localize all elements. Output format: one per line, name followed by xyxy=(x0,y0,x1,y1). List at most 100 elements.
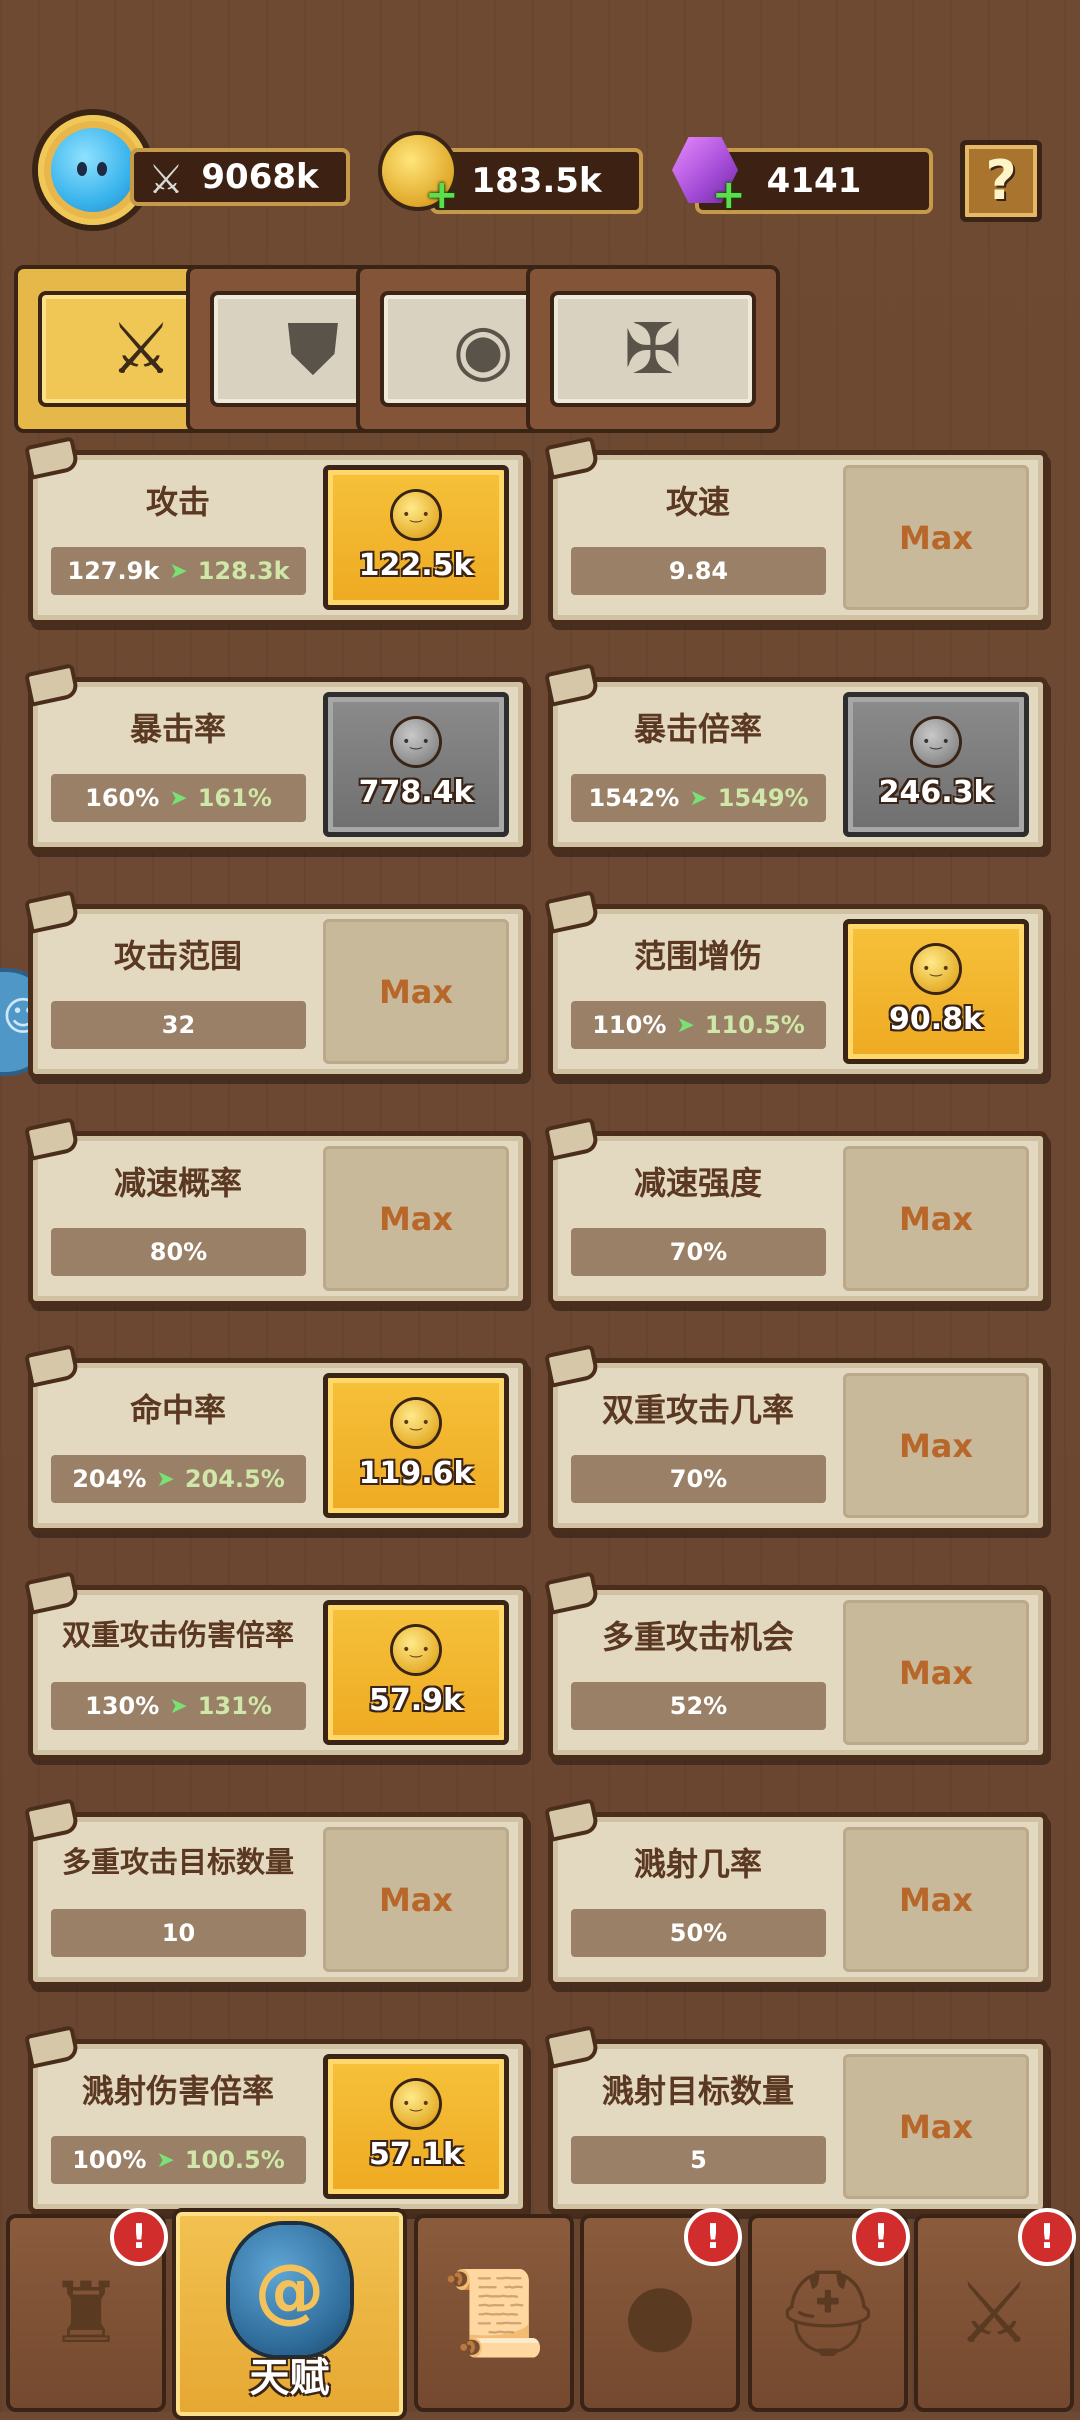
nav-label: 天赋 xyxy=(249,2355,330,2401)
upgrade-name: 攻速 xyxy=(665,483,730,521)
upgrade-button[interactable]: 90.8k xyxy=(843,919,1029,1064)
alert-badge-icon: ! xyxy=(684,2208,742,2266)
nav-crossed-swords[interactable]: ⚔! xyxy=(914,2208,1076,2412)
max-text: Max xyxy=(898,1426,974,1465)
upgrade-card: 攻击 127.9k ➤ 128.3k 122.5k xyxy=(28,450,528,625)
current-value: 70% xyxy=(669,1238,728,1266)
current-value: 70% xyxy=(669,1465,728,1493)
upgrade-name: 溅射伤害倍率 xyxy=(81,2072,274,2110)
arrow-right-icon: ➤ xyxy=(689,785,708,811)
slime-face-icon xyxy=(51,128,135,212)
upgrade-card: 暴击倍率 1542% ➤ 1549% 246.3k xyxy=(548,677,1048,852)
current-value: 130% xyxy=(85,1692,160,1720)
scroll-sword-icon: 📜 xyxy=(441,2263,547,2362)
max-text: Max xyxy=(898,2107,974,2146)
upgrade-card: 双重攻击几率 70% Max xyxy=(548,1358,1048,1533)
upgrade-stat: 127.9k ➤ 128.3k xyxy=(51,547,306,595)
upgrade-button[interactable]: 57.9k xyxy=(323,1600,509,1745)
current-value: 9.84 xyxy=(668,557,729,585)
next-value: 100.5% xyxy=(184,2146,285,2174)
upgrade-button[interactable]: 122.5k xyxy=(323,465,509,610)
upgrade-stat: 70% xyxy=(571,1455,826,1503)
max-label: Max xyxy=(323,1827,509,1972)
gold-coin-icon xyxy=(393,1627,439,1673)
upgrade-name: 范围增伤 xyxy=(633,937,762,975)
arrow-right-icon: ➤ xyxy=(169,558,188,584)
max-label: Max xyxy=(843,1373,1029,1518)
upgrade-stat: 1542% ➤ 1549% xyxy=(571,774,826,822)
upgrade-stat: 32 xyxy=(51,1001,306,1049)
arrow-right-icon: ➤ xyxy=(156,1466,175,1492)
tab-winged-sword[interactable]: ✠ xyxy=(526,265,780,433)
gold-coin-icon xyxy=(913,946,959,992)
upgrade-card: 溅射目标数量 5 Max xyxy=(548,2039,1048,2214)
winged-sword-icon: ✠ xyxy=(550,291,756,407)
upgrade-button[interactable]: 778.4k xyxy=(323,692,509,837)
arrow-right-icon: ➤ xyxy=(676,1012,695,1038)
upgrade-name: 减速强度 xyxy=(633,1164,762,1202)
upgrade-button[interactable]: 57.1k xyxy=(323,2054,509,2199)
next-value: 128.3k xyxy=(197,557,290,585)
max-text: Max xyxy=(898,518,974,557)
upgrade-card: 暴击率 160% ➤ 161% 778.4k xyxy=(28,677,528,852)
nav-knight-helmet[interactable]: ⛑! xyxy=(748,2208,910,2412)
next-value: 204.5% xyxy=(184,1465,285,1493)
upgrade-price: 778.4k xyxy=(358,775,474,810)
nav-scroll-sword[interactable]: 📜 xyxy=(414,2214,574,2412)
current-value: 52% xyxy=(669,1692,728,1720)
next-value: 1549% xyxy=(717,784,809,812)
upgrade-card: 溅射几率 50% Max xyxy=(548,1812,1048,1987)
upgrade-price: 90.8k xyxy=(889,1002,983,1037)
upgrade-stat: 50% xyxy=(571,1909,826,1957)
bottom-nav: ♜! @ 天赋 📜 ●! ⛑! ⚔! xyxy=(0,2208,1080,2420)
upgrade-name: 多重攻击机会 xyxy=(601,1618,794,1656)
current-value: 5 xyxy=(690,2146,707,2174)
upgrade-price: 122.5k xyxy=(358,548,474,583)
nav-talent-rune[interactable]: @ 天赋 xyxy=(172,2208,407,2420)
add-gold-icon[interactable]: + xyxy=(425,175,459,215)
next-value: 110.5% xyxy=(704,1011,805,1039)
upgrade-stat: 5 xyxy=(571,2136,826,2184)
upgrade-name: 双重攻击几率 xyxy=(601,1391,794,1429)
add-gem-icon[interactable]: + xyxy=(712,175,746,215)
upgrade-stat: 110% ➤ 110.5% xyxy=(571,1001,826,1049)
arrow-right-icon: ➤ xyxy=(156,2147,175,2173)
max-label: Max xyxy=(843,2054,1029,2199)
max-label: Max xyxy=(843,1827,1029,1972)
current-value: 204% xyxy=(72,1465,147,1493)
nav-blue-slime[interactable]: ●! xyxy=(580,2208,742,2412)
upgrade-stat: 80% xyxy=(51,1228,306,1276)
upgrade-stat: 160% ➤ 161% xyxy=(51,774,306,822)
upgrade-stat: 52% xyxy=(571,1682,826,1730)
hero-statue-icon: ♜ xyxy=(48,2264,124,2362)
upgrade-name: 双重攻击伤害倍率 xyxy=(61,1618,294,1652)
upgrade-name: 溅射几率 xyxy=(633,1845,762,1883)
silver-coin-icon xyxy=(913,719,959,765)
upgrade-name: 减速概率 xyxy=(113,1164,242,1202)
max-label: Max xyxy=(323,1146,509,1291)
blue-slime-icon: ● xyxy=(623,2264,697,2362)
crossed-swords-icon: ⚔ xyxy=(956,2264,1032,2362)
help-button[interactable]: ? xyxy=(960,140,1042,222)
upgrade-card: 减速强度 70% Max xyxy=(548,1131,1048,1306)
max-text: Max xyxy=(898,1199,974,1238)
upgrade-card: 攻击范围 32 Max xyxy=(28,904,528,1079)
upgrade-button[interactable]: 246.3k xyxy=(843,692,1029,837)
max-text: Max xyxy=(378,1199,454,1238)
current-value: 160% xyxy=(85,784,160,812)
max-label: Max xyxy=(843,1600,1029,1745)
silver-coin-icon xyxy=(393,719,439,765)
gold-display[interactable]: 183.5k xyxy=(430,148,643,214)
nav-hero-statue[interactable]: ♜! xyxy=(6,2208,168,2412)
upgrade-button[interactable]: 119.6k xyxy=(323,1373,509,1518)
max-text: Max xyxy=(378,972,454,1011)
alert-badge-icon: ! xyxy=(1018,2208,1076,2266)
upgrade-price: 246.3k xyxy=(878,775,994,810)
upgrade-price: 57.9k xyxy=(369,1683,463,1718)
gold-coin-icon xyxy=(393,492,439,538)
upgrade-name: 命中率 xyxy=(129,1391,226,1429)
alert-badge-icon: ! xyxy=(852,2208,910,2266)
power-swords-icon: ⚔ xyxy=(148,157,184,203)
current-value: 1542% xyxy=(588,784,680,812)
upgrade-name: 暴击倍率 xyxy=(633,710,762,748)
